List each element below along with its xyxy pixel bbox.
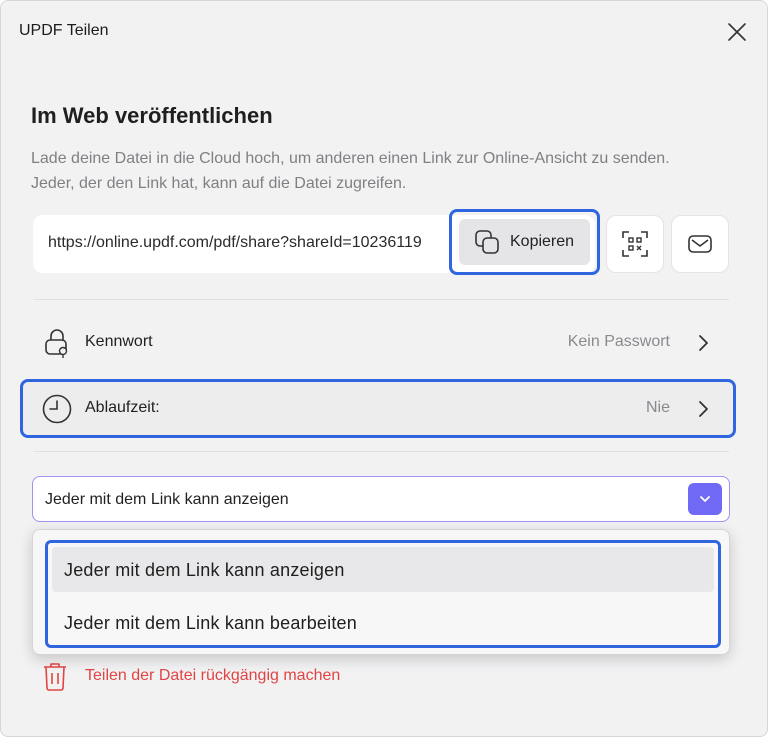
permission-dropdown-menu: Jeder mit dem Link kann anzeigen Jeder m…: [32, 529, 730, 655]
qr-code-icon: [622, 231, 648, 257]
mail-icon: [688, 235, 712, 253]
lock-icon: [41, 327, 73, 359]
password-label: Kennwort: [85, 333, 153, 350]
expiry-setting-row[interactable]: Ablaufzeit: Nie: [33, 385, 729, 433]
permission-select[interactable]: Jeder mit dem Link kann anzeigen: [32, 476, 730, 522]
section-description: Lade deine Datei in die Cloud hoch, um a…: [31, 150, 670, 192]
dialog-title: UPDF Teilen: [19, 22, 109, 39]
expiry-label: Ablaufzeit:: [85, 399, 160, 416]
dropdown-highlight: Jeder mit dem Link kann anzeigen Jeder m…: [45, 540, 721, 648]
permission-option-edit[interactable]: Jeder mit dem Link kann bearbeiten: [52, 600, 714, 645]
copy-icon: [472, 227, 502, 257]
password-setting-row[interactable]: Kennwort Kein Passwort: [33, 319, 729, 367]
trash-icon: [39, 660, 71, 692]
divider: [33, 299, 729, 300]
chevron-right-icon: [693, 399, 713, 419]
unshare-button[interactable]: Teilen der Datei rückgängig machen: [39, 657, 399, 695]
qr-code-button[interactable]: [606, 215, 664, 273]
permission-option-view[interactable]: Jeder mit dem Link kann anzeigen: [52, 547, 714, 592]
expiry-value: Nie: [645, 399, 670, 416]
share-dialog: UPDF Teilen Im Web veröffentlichen Lade …: [0, 0, 768, 737]
unshare-label: Teilen der Datei rückgängig machen: [85, 667, 341, 684]
permission-selected-value: Jeder mit dem Link kann anzeigen: [45, 491, 289, 508]
copy-highlight: Kopieren: [449, 209, 600, 275]
option-label: Jeder mit dem Link kann bearbeiten: [64, 613, 357, 633]
password-value: Kein Passwort: [567, 333, 670, 350]
divider: [33, 451, 729, 452]
chevron-down-icon[interactable]: [688, 483, 722, 515]
clock-icon: [41, 393, 73, 425]
copy-button[interactable]: Kopieren: [459, 219, 590, 265]
close-icon: [728, 23, 746, 41]
section-heading: Im Web veröffentlichen: [31, 103, 273, 128]
close-button[interactable]: [723, 18, 751, 46]
chevron-right-icon: [693, 333, 713, 353]
share-link-url[interactable]: https://online.updf.com/pdf/share?shareI…: [48, 234, 466, 252]
email-button[interactable]: [671, 215, 729, 273]
title-bar: UPDF Teilen: [1, 1, 767, 65]
copy-button-label: Kopieren: [510, 233, 575, 250]
option-label: Jeder mit dem Link kann anzeigen: [64, 560, 345, 580]
